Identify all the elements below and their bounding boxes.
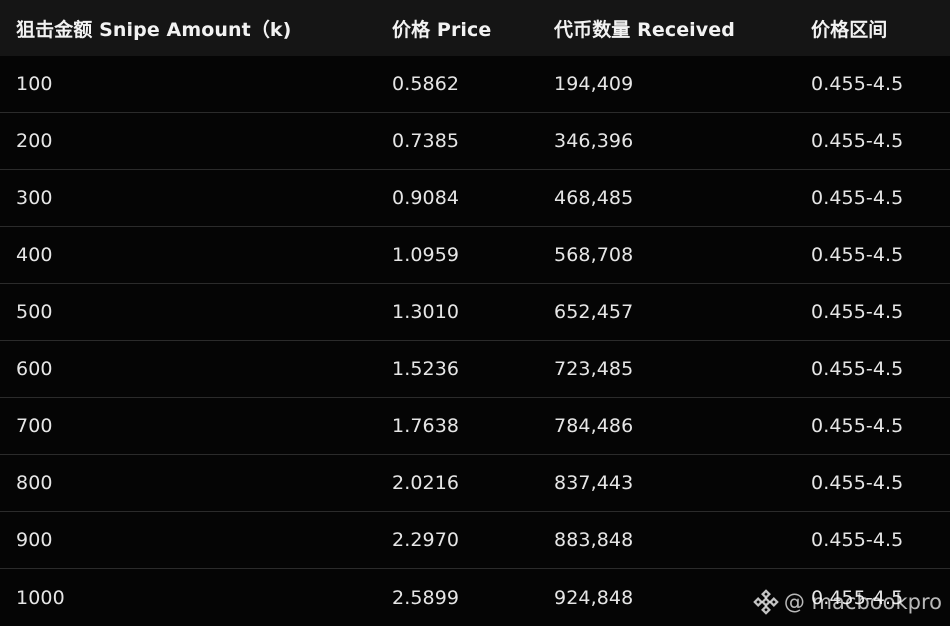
cell-price-range: 0.455-4.5 [811,130,904,152]
cell-price: 1.0959 [392,244,460,266]
header-price-range: 价格区间 [811,18,888,41]
cell-snipe-amount: 400 [16,244,53,266]
cell-price: 2.2970 [392,529,460,551]
cell-received: 346,396 [554,130,634,152]
cell-price: 1.3010 [392,301,460,323]
table-row: 400 1.0959 568,708 0.455-4.5 [0,227,950,284]
cell-received: 468,485 [554,187,634,209]
table-row: 200 0.7385 346,396 0.455-4.5 [0,113,950,170]
cell-price-range: 0.455-4.5 [811,301,904,323]
cell-received: 652,457 [554,301,634,323]
cell-price-range: 0.455-4.5 [811,244,904,266]
table-row: 100 0.5862 194,409 0.455-4.5 [0,56,950,113]
header-snipe-amount: 狙击金额 Snipe Amount（k) [16,18,292,41]
cell-price-range: 0.455-4.5 [811,415,904,437]
cell-snipe-amount: 500 [16,301,53,323]
cell-price: 1.7638 [392,415,460,437]
table-row: 300 0.9084 468,485 0.455-4.5 [0,170,950,227]
cell-price: 0.7385 [392,130,460,152]
cell-snipe-amount: 900 [16,529,53,551]
cell-snipe-amount: 1000 [16,586,65,609]
cell-snipe-amount: 100 [16,73,53,95]
cell-price-range: 0.455-4.5 [811,187,904,209]
table-row: 900 2.2970 883,848 0.455-4.5 [0,512,950,569]
cell-received: 568,708 [554,244,634,266]
cell-snipe-amount: 300 [16,187,53,209]
cell-price: 2.5899 [392,586,460,609]
cell-snipe-amount: 200 [16,130,53,152]
header-received: 代币数量 Received [554,18,735,41]
table-row: 600 1.5236 723,485 0.455-4.5 [0,341,950,398]
cell-snipe-amount: 700 [16,415,53,437]
cell-snipe-amount: 600 [16,358,53,380]
cell-price-range: 0.455-4.5 [811,73,904,95]
cell-price: 2.0216 [392,472,460,494]
table-row: 800 2.0216 837,443 0.455-4.5 [0,455,950,512]
data-table: 狙击金额 Snipe Amount（k) 价格 Price 代币数量 Recei… [0,0,950,626]
cell-received: 837,443 [554,472,634,494]
header-price: 价格 Price [392,18,492,41]
cell-received: 924,848 [554,586,634,609]
cell-price-range: 0.455-4.5 [811,358,904,380]
cell-received: 883,848 [554,529,634,551]
table-row: 1000 2.5899 924,848 0.455-4.5 [0,569,950,626]
cell-price-range: 0.455-4.5 [811,472,904,494]
cell-received: 784,486 [554,415,634,437]
cell-received: 194,409 [554,73,634,95]
table-header: 狙击金额 Snipe Amount（k) 价格 Price 代币数量 Recei… [0,0,950,56]
cell-price: 1.5236 [392,358,460,380]
cell-snipe-amount: 800 [16,472,53,494]
cell-received: 723,485 [554,358,634,380]
cell-price-range: 0.455-4.5 [811,529,904,551]
cell-price: 0.9084 [392,187,460,209]
cell-price: 0.5862 [392,73,460,95]
table-row: 500 1.3010 652,457 0.455-4.5 [0,284,950,341]
table-row: 700 1.7638 784,486 0.455-4.5 [0,398,950,455]
cell-price-range: 0.455-4.5 [811,586,904,609]
